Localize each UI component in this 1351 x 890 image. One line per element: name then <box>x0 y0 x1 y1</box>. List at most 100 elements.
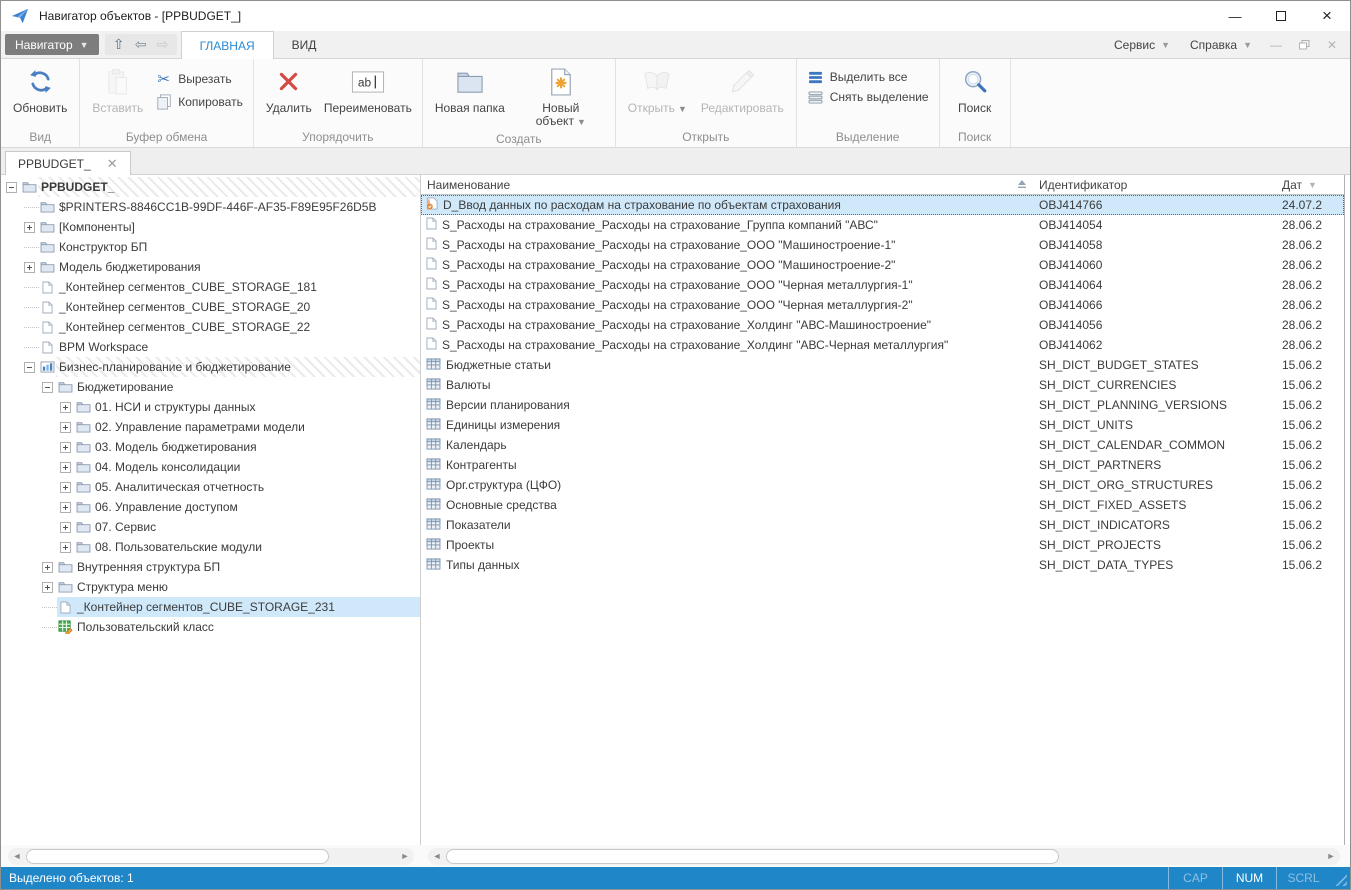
maximize-button[interactable] <box>1258 1 1304 31</box>
scroll-right-icon[interactable]: ► <box>1322 848 1340 865</box>
forward-icon[interactable]: ⇨ <box>153 36 173 53</box>
delete-button[interactable]: Удалить <box>260 63 318 117</box>
expand-icon[interactable] <box>24 222 35 233</box>
scroll-thumb[interactable] <box>446 849 1059 864</box>
expand-icon[interactable] <box>42 562 53 573</box>
tab-vid[interactable]: ВИД <box>274 31 335 59</box>
up-level-icon[interactable]: ⇧ <box>109 36 129 53</box>
scroll-thumb[interactable] <box>26 849 329 864</box>
list-row[interactable]: S_Расходы на страхование_Расходы на стра… <box>421 335 1344 355</box>
tree-item[interactable]: Бизнес-планирование и бюджетирование <box>1 357 420 377</box>
menu-spravka[interactable]: Справка▼ <box>1182 38 1260 52</box>
list-row[interactable]: ПоказателиSH_DICT_INDICATORS15.06.2 <box>421 515 1344 535</box>
list-horizontal-scrollbar[interactable]: ◄ ► <box>428 848 1340 865</box>
tree-item[interactable]: Пользовательский класс <box>1 617 420 637</box>
list-row[interactable]: S_Расходы на страхование_Расходы на стра… <box>421 315 1344 335</box>
mdi-restore-button[interactable] <box>1292 38 1316 52</box>
back-icon[interactable]: ⇦ <box>131 36 151 53</box>
list-row[interactable]: ПроектыSH_DICT_PROJECTS15.06.2 <box>421 535 1344 555</box>
table-icon <box>426 358 441 373</box>
tree-item[interactable]: 03. Модель бюджетирования <box>1 437 420 457</box>
search-button[interactable]: Поиск <box>946 63 1004 117</box>
list-row[interactable]: Бюджетные статьиSH_DICT_BUDGET_STATES15.… <box>421 355 1344 375</box>
navigator-menu-button[interactable]: Навигатор▼ <box>5 34 99 55</box>
paste-button[interactable]: Вставить <box>86 63 149 117</box>
scroll-left-icon[interactable]: ◄ <box>8 848 26 865</box>
list-row[interactable]: Версии планированияSH_DICT_PLANNING_VERS… <box>421 395 1344 415</box>
collapse-icon[interactable] <box>24 362 35 373</box>
tree-item[interactable]: 01. НСИ и структуры данных <box>1 397 420 417</box>
tree-horizontal-scrollbar[interactable]: ◄ ► <box>8 848 414 865</box>
list-row[interactable]: S_Расходы на страхование_Расходы на стра… <box>421 255 1344 275</box>
tree-item[interactable]: $PRINTERS-8846CC1B-99DF-446F-AF35-F89E95… <box>1 197 420 217</box>
tree-item[interactable]: 08. Пользовательские модули <box>1 537 420 557</box>
copy-button[interactable]: Копировать <box>151 93 247 111</box>
tree-item[interactable]: BPM Workspace <box>1 337 420 357</box>
tree-item[interactable]: Модель бюджетирования <box>1 257 420 277</box>
list-row[interactable]: S_Расходы на страхование_Расходы на стра… <box>421 275 1344 295</box>
expand-icon[interactable] <box>60 522 71 533</box>
cut-button[interactable]: ✂Вырезать <box>151 69 247 89</box>
tree-item[interactable]: Конструктор БП <box>1 237 420 257</box>
list-row[interactable]: Единицы измеренияSH_DICT_UNITS15.06.2 <box>421 415 1344 435</box>
list-row[interactable]: S_Расходы на страхование_Расходы на стра… <box>421 295 1344 315</box>
list-row[interactable]: КалендарьSH_DICT_CALENDAR_COMMON15.06.2 <box>421 435 1344 455</box>
mdi-minimize-button[interactable]: — <box>1264 38 1288 52</box>
resize-grip[interactable] <box>1330 867 1350 889</box>
mdi-close-button[interactable]: ✕ <box>1320 38 1344 52</box>
document-tab[interactable]: PPBUDGET_ ✕ <box>5 151 131 175</box>
expand-icon[interactable] <box>60 482 71 493</box>
new-folder-button[interactable]: Новая папка <box>429 63 511 117</box>
new-object-button[interactable]: Новый объект▼ <box>513 63 609 131</box>
tree-item[interactable]: 06. Управление доступом <box>1 497 420 517</box>
tree-item[interactable]: Структура меню <box>1 577 420 597</box>
list-row[interactable]: S_Расходы на страхование_Расходы на стра… <box>421 235 1344 255</box>
tree-item[interactable]: 04. Модель консолидации <box>1 457 420 477</box>
edit-button[interactable]: Редактировать <box>695 63 790 117</box>
expand-icon[interactable] <box>24 262 35 273</box>
deselect-button[interactable]: Снять выделение <box>803 89 933 105</box>
tree-item[interactable]: 07. Сервис <box>1 517 420 537</box>
list-row[interactable]: Типы данныхSH_DICT_DATA_TYPES15.06.2 <box>421 555 1344 575</box>
tree-item[interactable]: 02. Управление параметрами модели <box>1 417 420 437</box>
expand-icon[interactable] <box>60 502 71 513</box>
list-row[interactable]: S_Расходы на страхование_Расходы на стра… <box>421 215 1344 235</box>
vertical-scrollbar-gutter[interactable] <box>1344 175 1350 845</box>
tree-item[interactable]: PPBUDGET_ <box>1 177 420 197</box>
tree-item[interactable]: Бюджетирование <box>1 377 420 397</box>
tree-item[interactable]: _Контейнер сегментов_CUBE_STORAGE_20 <box>1 297 420 317</box>
list-row[interactable]: КонтрагентыSH_DICT_PARTNERS15.06.2 <box>421 455 1344 475</box>
expand-icon[interactable] <box>60 422 71 433</box>
list-row[interactable]: ВалютыSH_DICT_CURRENCIES15.06.2 <box>421 375 1344 395</box>
expand-icon[interactable] <box>60 442 71 453</box>
refresh-button[interactable]: Обновить <box>7 63 73 117</box>
collapse-icon[interactable] <box>6 182 17 193</box>
menu-servis[interactable]: Сервис▼ <box>1106 38 1178 52</box>
tree-item[interactable]: 05. Аналитическая отчетность <box>1 477 420 497</box>
open-button[interactable]: Открыть▼ <box>622 63 693 118</box>
column-header-name[interactable]: Наименование <box>421 175 1033 194</box>
close-tab-icon[interactable]: ✕ <box>107 156 118 172</box>
column-header-date[interactable]: Дат▼ <box>1276 175 1344 194</box>
expand-icon[interactable] <box>60 542 71 553</box>
tab-glavnaya[interactable]: ГЛАВНАЯ <box>181 31 274 59</box>
column-header-id[interactable]: Идентификатор <box>1033 175 1276 194</box>
tree-item[interactable]: _Контейнер сегментов_CUBE_STORAGE_181 <box>1 277 420 297</box>
collapse-icon[interactable] <box>42 382 53 393</box>
minimize-button[interactable]: — <box>1212 1 1258 31</box>
select-all-button[interactable]: Выделить все <box>803 69 933 85</box>
expand-icon[interactable] <box>60 402 71 413</box>
list-row[interactable]: Орг.структура (ЦФО)SH_DICT_ORG_STRUCTURE… <box>421 475 1344 495</box>
tree-item[interactable]: _Контейнер сегментов_CUBE_STORAGE_22 <box>1 317 420 337</box>
rename-button[interactable]: abПереименовать <box>320 63 416 117</box>
close-button[interactable]: × <box>1304 1 1350 31</box>
scroll-left-icon[interactable]: ◄ <box>428 848 446 865</box>
tree-item[interactable]: _Контейнер сегментов_CUBE_STORAGE_231 <box>1 597 420 617</box>
tree-item[interactable]: [Компоненты] <box>1 217 420 237</box>
expand-icon[interactable] <box>42 582 53 593</box>
expand-icon[interactable] <box>60 462 71 473</box>
scroll-right-icon[interactable]: ► <box>396 848 414 865</box>
list-row[interactable]: D_Ввод данных по расходам на страхование… <box>421 195 1344 215</box>
tree-item[interactable]: Внутренняя структура БП <box>1 557 420 577</box>
list-row[interactable]: Основные средстваSH_DICT_FIXED_ASSETS15.… <box>421 495 1344 515</box>
